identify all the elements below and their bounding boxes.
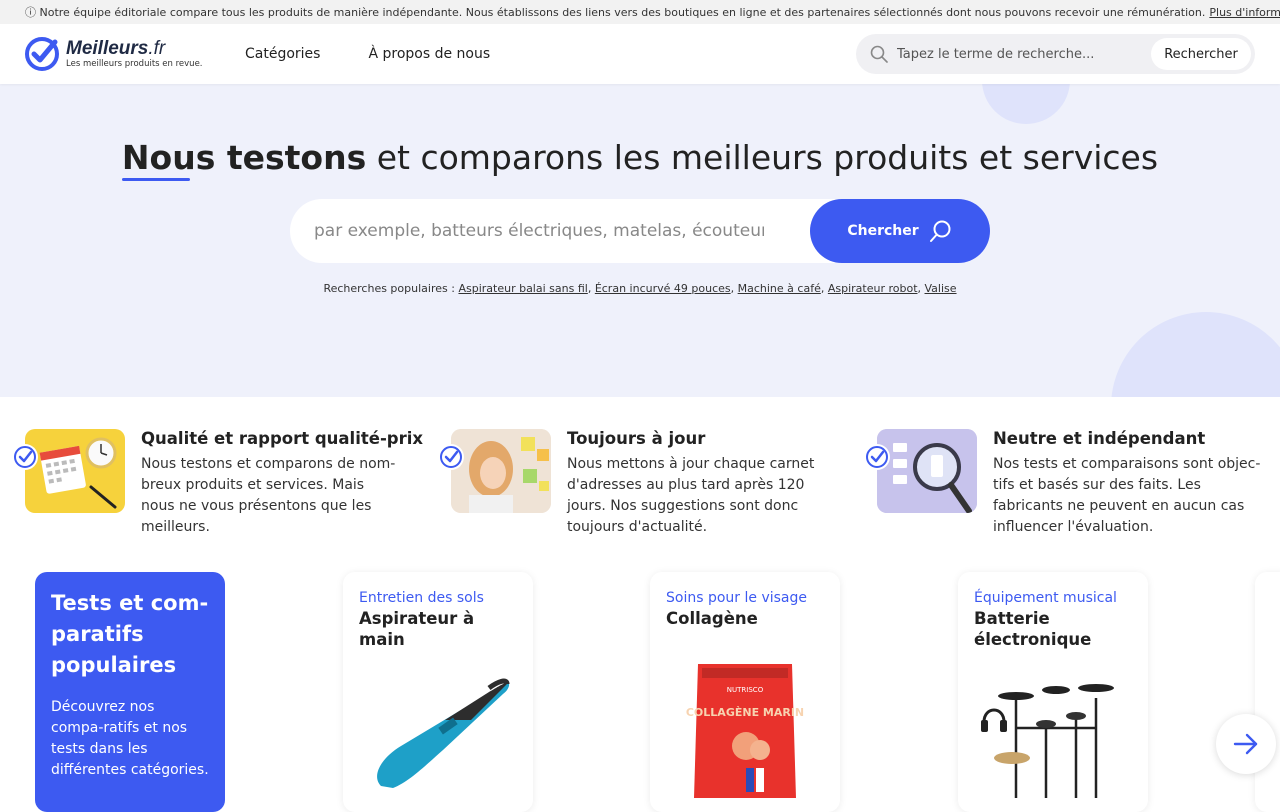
logo-name: Meilleurs	[66, 38, 149, 60]
popular-link[interactable]: Aspirateur balai sans fil	[458, 282, 587, 295]
hero-search: Chercher	[290, 199, 990, 263]
site-header: Meilleurs.fr Les meilleurs produits en r…	[0, 24, 1280, 84]
popular-link[interactable]: Aspirateur robot	[828, 282, 918, 295]
header-search: Rechercher	[856, 34, 1255, 74]
disclosure-bar: ⓘ Notre équipe éditoriale compare tous l…	[0, 0, 1280, 24]
magnifier-checklist-image	[877, 429, 977, 513]
woman-sticky-notes-image	[451, 429, 551, 513]
more-info-link[interactable]: Plus d'informations	[1209, 6, 1280, 19]
card-title: Batterie électronique	[974, 609, 1092, 649]
carousel-next-button[interactable]	[1216, 714, 1276, 774]
search-icon	[929, 220, 951, 242]
hero-search-button[interactable]: Chercher	[810, 199, 990, 263]
product-card-drums[interactable]: Équipement musical Batterie électronique	[958, 572, 1148, 812]
product-card-next[interactable]	[1255, 572, 1280, 812]
site-logo[interactable]: Meilleurs.fr Les meilleurs produits en r…	[24, 36, 203, 72]
nav-categories[interactable]: Catégories	[245, 46, 320, 62]
feature-title: Neutre et indépendant	[993, 429, 1206, 448]
card-category: Entretien des sols	[359, 590, 484, 606]
card-category: Soins pour le visage	[666, 590, 807, 606]
hero-title-bold: Nous testons	[121, 138, 367, 177]
check-badge-icon	[12, 444, 38, 470]
arrow-right-icon	[1233, 733, 1258, 755]
logo-tagline: Les meilleurs produits en revue.	[66, 59, 203, 70]
hero-search-input[interactable]	[314, 199, 764, 263]
popular-link[interactable]: Écran incurvé 49 pouces	[595, 282, 731, 295]
main-nav: Catégories À propos de nous	[245, 24, 490, 84]
header-search-button[interactable]: Rechercher	[1151, 38, 1251, 70]
popular-searches: Recherches populaires : Aspirateur balai…	[323, 282, 957, 295]
hero-section: Nous testons et comparons les meilleurs …	[0, 84, 1280, 397]
logo-check-icon	[25, 37, 59, 71]
popular-link[interactable]: Valise	[925, 282, 957, 295]
hero-title-rest: et comparons les meilleurs produits et s…	[366, 138, 1159, 177]
disclosure-text: ⓘ Notre équipe éditoriale compare tous l…	[25, 6, 1206, 19]
title-underline	[121, 178, 190, 181]
header-search-input[interactable]	[897, 34, 1137, 74]
feature-text: Nous mettons à jour chaque carnet d'adre…	[567, 456, 815, 535]
popular-label: Recherches populaires :	[323, 282, 455, 295]
features-row: Qualité et rapport qualité-prix Nous tes…	[0, 428, 1280, 543]
product-card-vacuum[interactable]: Entretien des sols Aspirateur à main	[343, 572, 533, 812]
feature-title: Qualité et rapport qualité-prix	[141, 429, 424, 448]
card-title: Collagène	[666, 609, 758, 628]
feature-title: Toujours à jour	[567, 429, 706, 448]
promo-text: Découvrez nos compa-ratifs et nos tests …	[51, 699, 209, 778]
card-title: Aspirateur à main	[359, 609, 475, 649]
popular-tests-promo[interactable]: Tests et com-paratifs populaires Découvr…	[35, 572, 225, 812]
handheld-vacuum-image	[377, 678, 510, 788]
pouch-label: COLLAGÈNE MARIN	[686, 706, 804, 719]
hero-title: Nous testons et comparons les meilleurs …	[0, 138, 1280, 181]
check-badge-icon	[438, 444, 464, 470]
nav-about[interactable]: À propos de nous	[368, 46, 490, 62]
hero-search-button-label: Chercher	[847, 223, 919, 239]
product-card-collagen[interactable]: Soins pour le visage Collagène NUTRISCO …	[650, 572, 840, 812]
search-icon	[870, 45, 888, 63]
logo-tld: .fr	[148, 38, 166, 60]
feature-text: Nos tests et comparaisons sont objec-tif…	[993, 456, 1261, 535]
collagen-pouch-image: NUTRISCO COLLAGÈNE MARIN	[686, 664, 804, 798]
popular-link[interactable]: Machine à café	[738, 282, 821, 295]
electronic-drum-kit-image	[981, 684, 1114, 798]
promo-title: Tests et com-paratifs populaires	[51, 591, 209, 677]
popular-cards-carousel: Tests et com-paratifs populaires Découvr…	[0, 572, 1280, 812]
card-category: Équipement musical	[974, 590, 1117, 606]
decorative-circle	[1111, 312, 1280, 397]
pouch-brand: NUTRISCO	[727, 686, 764, 694]
feature-text: Nous testons et comparons de nom-breux p…	[141, 456, 396, 535]
check-badge-icon	[864, 444, 890, 470]
calendar-clock-image	[25, 429, 125, 513]
decorative-circle	[982, 84, 1070, 124]
